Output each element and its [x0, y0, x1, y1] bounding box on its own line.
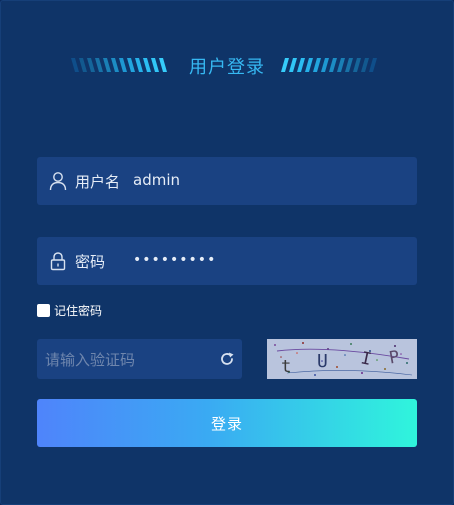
username-label: 用户名 — [75, 173, 121, 191]
refresh-icon[interactable] — [219, 351, 235, 367]
remember-checkbox[interactable] — [37, 303, 50, 317]
captcha-char-1: t — [281, 357, 291, 377]
captcha-image[interactable]: t U I P — [267, 339, 417, 379]
user-icon — [49, 172, 67, 191]
remember-label: 记住密码 — [54, 303, 103, 318]
decorative-stripes-right — [281, 58, 377, 72]
title-row: 用户登录 — [1, 49, 454, 81]
login-button[interactable]: 登录 — [37, 399, 417, 447]
decorative-stripes-left — [71, 58, 167, 72]
captcha-char-2: U — [317, 351, 328, 372]
password-label: 密码 — [75, 253, 106, 271]
remember-password[interactable]: 记住密码 — [37, 302, 102, 318]
captcha-field[interactable] — [37, 339, 242, 379]
lock-icon — [50, 252, 66, 271]
page-title: 用户登录 — [189, 57, 265, 78]
username-field[interactable]: 用户名 admin — [37, 157, 417, 205]
captcha-input[interactable] — [45, 350, 215, 370]
login-panel: 用户登录 用户名 admin 密码 ••••••••• 记住密码 请输入验证码 … — [0, 0, 454, 505]
password-value[interactable]: ••••••••• — [133, 252, 216, 268]
username-value[interactable]: admin — [133, 171, 180, 189]
password-field[interactable]: 密码 ••••••••• — [37, 237, 417, 285]
